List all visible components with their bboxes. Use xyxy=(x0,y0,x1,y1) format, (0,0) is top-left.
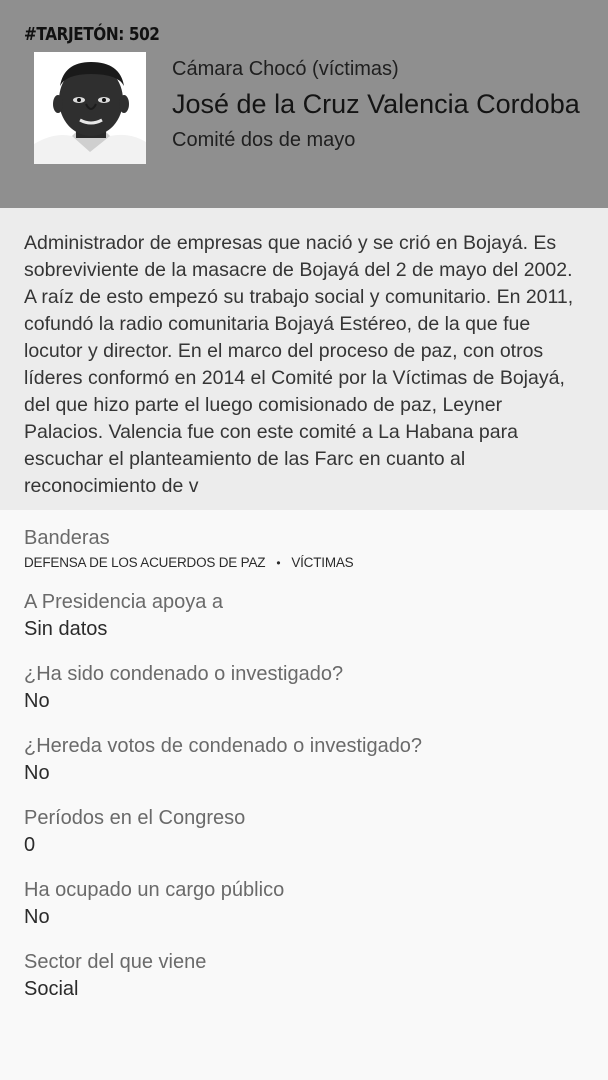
field-value: No xyxy=(24,906,50,928)
field-value: No xyxy=(24,690,50,712)
field-value: Sin datos xyxy=(24,618,108,640)
bandera-tag: VÍCTIMAS xyxy=(291,555,354,570)
field-sector: Sector del que viene Social xyxy=(24,950,584,1002)
banderas-tags: DEFENSA DE LOS ACUERDOS DE PAZ • VÍCTIMA… xyxy=(24,555,584,570)
field-label: ¿Hereda votos de condenado o investigado… xyxy=(24,735,423,757)
field-value: No xyxy=(24,762,50,784)
field-label: Períodos en el Congreso xyxy=(24,807,246,829)
candidate-name: José de la Cruz Valencia Cordoba xyxy=(172,89,580,119)
bandera-tag: DEFENSA DE LOS ACUERDOS DE PAZ xyxy=(24,555,266,570)
candidate-portrait-icon xyxy=(34,52,146,164)
field-presidencia: A Presidencia apoya a Sin datos xyxy=(24,590,584,642)
comite-label: Comité dos de mayo xyxy=(172,129,356,151)
field-value: Social xyxy=(24,978,79,1000)
candidate-info: Cámara Chocó (víctimas) José de la Cruz … xyxy=(172,58,588,152)
tarjeton-number: #TARJETÓN: 502 xyxy=(24,24,160,45)
field-label: Ha ocupado un cargo público xyxy=(24,879,285,901)
banderas-label: Banderas xyxy=(24,527,110,549)
field-cargo-publico: Ha ocupado un cargo público No xyxy=(24,878,584,930)
candidate-fields: Banderas DEFENSA DE LOS ACUERDOS DE PAZ … xyxy=(0,510,608,1002)
candidate-header: #TARJETÓN: 502 Cámara Chocó (víctimas) J… xyxy=(0,0,608,208)
field-hereda-votos: ¿Hereda votos de condenado o investigado… xyxy=(24,734,584,786)
tag-separator: • xyxy=(276,555,281,570)
candidate-bio: Administrador de empresas que nació y se… xyxy=(0,208,608,510)
field-periodos: Períodos en el Congreso 0 xyxy=(24,806,584,858)
field-label: ¿Ha sido condenado o investigado? xyxy=(24,663,344,685)
camara-label: Cámara Chocó (víctimas) xyxy=(172,58,399,80)
banderas-section: Banderas DEFENSA DE LOS ACUERDOS DE PAZ … xyxy=(24,526,584,570)
field-condenado: ¿Ha sido condenado o investigado? No xyxy=(24,662,584,714)
candidate-photo xyxy=(34,52,146,164)
field-label: Sector del que viene xyxy=(24,951,207,973)
field-value: 0 xyxy=(24,834,36,856)
field-label: A Presidencia apoya a xyxy=(24,591,224,613)
